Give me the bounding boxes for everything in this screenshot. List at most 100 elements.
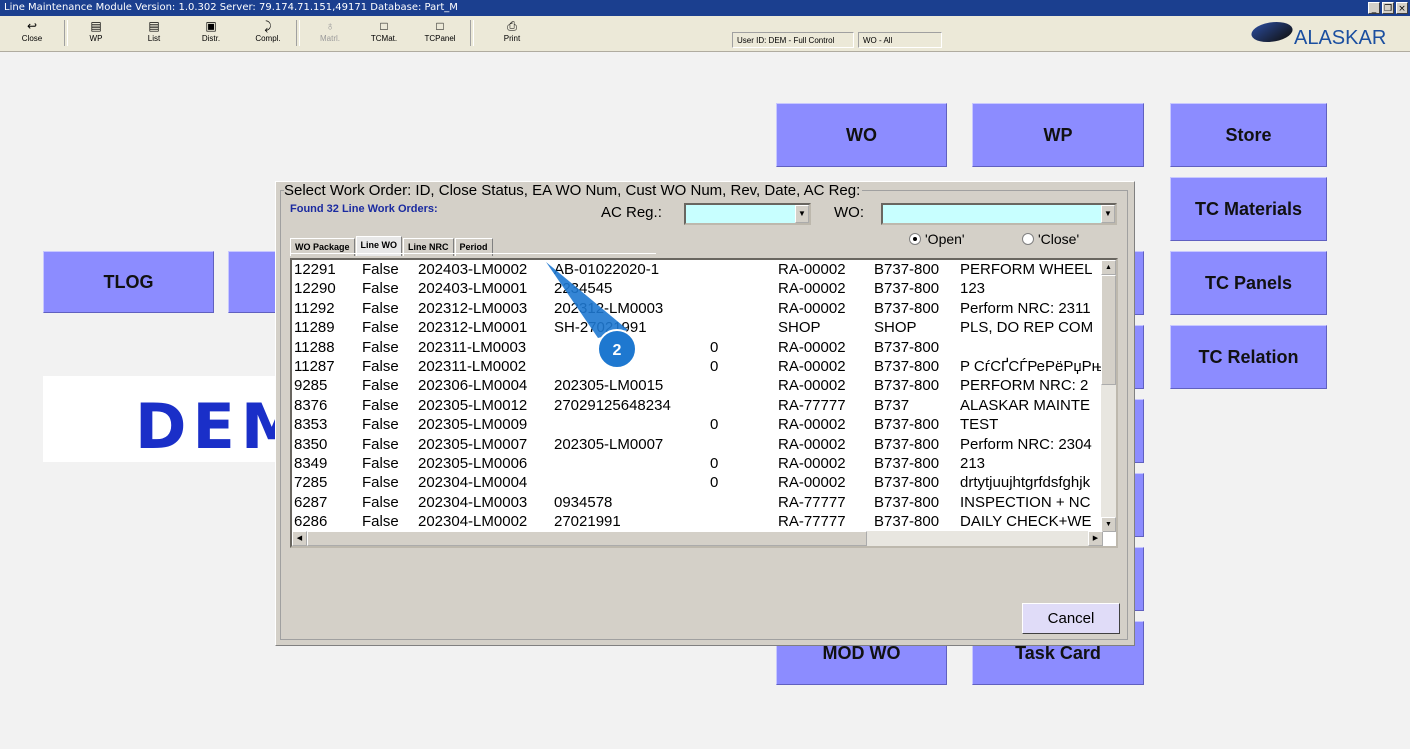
list-cell: 202304-LM0002 <box>418 513 528 531</box>
list-cell: RA-00002 <box>778 261 846 278</box>
list-item[interactable]: 7285 False 202304-LM0004 0 RA-00002 B737-800 d… <box>292 473 1116 492</box>
list-button[interactable]: ▤ List <box>134 19 174 49</box>
list-cell: False <box>362 396 399 414</box>
horizontal-scrollbar[interactable]: ◀ ▶ <box>292 531 1103 546</box>
list-cell: 202306-LM0004 <box>418 377 528 395</box>
tc-materials-button[interactable]: TC Materials <box>1170 177 1327 241</box>
toolbar-separator <box>296 20 300 46</box>
tc-relation-button[interactable]: TC Relation <box>1170 325 1327 389</box>
list-cell: B737 <box>874 396 910 414</box>
list-item[interactable]: 9285 False 202306-LM0004 202305-LM0015 RA-00… <box>292 376 1116 395</box>
hidden-right-button[interactable] <box>1134 325 1144 389</box>
list-cell: 2234545 <box>554 280 613 298</box>
work-order-list[interactable]: 12291 False 202403-LM0002 AB-01022020-1 RA-0… <box>290 258 1118 548</box>
tc-panels-button[interactable]: TC Panels <box>1170 251 1327 315</box>
complete-icon: ⤸ <box>264 19 272 33</box>
scroll-thumb[interactable] <box>307 531 867 546</box>
list-item[interactable]: 8350 False 202305-LM0007 202305-LM0007 RA-00… <box>292 435 1116 454</box>
hidden-right-button[interactable] <box>1134 399 1144 463</box>
list-cell: 9285 <box>294 377 328 395</box>
tlog-button[interactable]: TLOG <box>43 251 214 313</box>
list-cell: 202312-LM0003 <box>418 299 528 317</box>
scroll-up-icon[interactable]: ▲ <box>1101 260 1116 275</box>
wp-main-button[interactable]: WP <box>972 103 1144 167</box>
radio-open[interactable]: 'Open' <box>909 231 965 247</box>
list-item[interactable]: 11287 False 202311-LM0002 0 RA-00002 B737-800… <box>292 357 1116 376</box>
list-item[interactable]: 11289 False 202312-LM0001 SH-27021991 SHOP SH… <box>292 318 1116 337</box>
list-cell: 27029125648234 <box>554 396 671 414</box>
list-cell: PLS, DO REP COM <box>960 319 1094 337</box>
list-cell: 213 <box>960 454 986 472</box>
list-cell: RA-77777 <box>778 513 846 531</box>
compl-button[interactable]: ⤸ Compl. <box>248 19 288 49</box>
scroll-right-icon[interactable]: ▶ <box>1088 531 1103 546</box>
print-button[interactable]: ⎙ Print <box>492 19 532 49</box>
list-cell: False <box>362 454 399 472</box>
matrl-button[interactable]: ♁ Matrl. <box>310 19 350 49</box>
list-cell: 11289 <box>294 319 335 337</box>
radio-close[interactable]: 'Close' <box>1022 231 1079 247</box>
material-icon: ♁ <box>325 19 335 33</box>
select-work-order-dialog: Select Work Order: ID, Close Status, EA … <box>275 181 1135 646</box>
list-item[interactable]: 8353 False 202305-LM0009 0 RA-00002 B737-800 T… <box>292 415 1116 434</box>
list-cell: ALASKAR MAINTE <box>960 396 1091 414</box>
list-cell: RA-00002 <box>778 454 846 472</box>
hidden-right-button[interactable] <box>1134 547 1144 611</box>
list-cell: RA-77777 <box>778 396 846 414</box>
list-cell: 8349 <box>294 454 328 472</box>
ac-reg-combo[interactable]: ▼ <box>684 203 811 225</box>
list-item[interactable]: 11288 False 202311-LM0003 0 RA-00002 B737-800 <box>292 338 1116 357</box>
list-item[interactable]: 8349 False 202305-LM0006 0 RA-00002 B737-800 2… <box>292 454 1116 473</box>
close-window-button[interactable]: × <box>1396 2 1408 14</box>
tcmat-button[interactable]: □ TCMat. <box>364 19 404 49</box>
list-cell: 6286 <box>294 513 328 531</box>
scroll-left-icon[interactable]: ◀ <box>292 531 307 546</box>
list-cell: 202305-LM0007 <box>554 435 664 453</box>
toolbar-separator <box>64 20 68 46</box>
list-item[interactable]: 6286 False 202304-LM0002 27021991 RA-77777 B7… <box>292 512 1116 531</box>
list-item[interactable]: 12291 False 202403-LM0002 AB-01022020-1 RA-0… <box>292 260 1116 279</box>
list-cell: 123 <box>960 280 986 298</box>
door-icon: ↩ <box>26 19 38 33</box>
list-item[interactable]: 12290 False 202403-LM0001 2234545 RA-00002 B7… <box>292 279 1116 298</box>
distr-button[interactable]: ▣ Distr. <box>191 19 231 49</box>
list-cell: False <box>362 493 399 511</box>
store-button[interactable]: Store <box>1170 103 1327 167</box>
wp-button[interactable]: ▤ WP <box>76 19 116 49</box>
minimize-button[interactable]: _ <box>1368 2 1380 14</box>
list-cell: 11287 <box>294 357 335 375</box>
wo-button[interactable]: WO <box>776 103 947 167</box>
chevron-down-icon[interactable]: ▼ <box>795 205 809 223</box>
vertical-scrollbar[interactable]: ▲ ▼ <box>1101 260 1116 532</box>
list-item[interactable]: 6287 False 202304-LM0003 0934578 RA-77777 B73… <box>292 493 1116 512</box>
list-item[interactable]: 8376 False 202305-LM0012 27029125648234 RA-7… <box>292 396 1116 415</box>
list-cell: B737-800 <box>874 299 940 317</box>
list-cell: 12291 <box>294 261 336 278</box>
scroll-down-icon[interactable]: ▼ <box>1101 517 1116 532</box>
close-button[interactable]: ↩ Close <box>12 19 52 49</box>
toolbar: ↩ Close ▤ WP ▤ List ▣ Distr. ⤸ Compl. ♁ … <box>0 16 1410 52</box>
demo-banner: DEM <box>43 376 275 462</box>
list-cell: Perform NRC: 2311 <box>960 299 1091 317</box>
list-cell: 0 <box>710 474 719 492</box>
restore-button[interactable]: ❒ <box>1382 2 1394 14</box>
hidden-right-button[interactable] <box>1134 473 1144 537</box>
list-cell: SH-27021991 <box>554 319 647 337</box>
wo-combo[interactable]: ▼ <box>881 203 1117 225</box>
list-cell: False <box>362 299 399 317</box>
list-cell: B737-800 <box>874 261 940 278</box>
list-item[interactable]: 11292 False 202312-LM0003 202312-LM0003 RA-0… <box>292 299 1116 318</box>
list-icon: ▤ <box>148 19 160 33</box>
list-cell: 202311-LM0003 <box>418 338 527 356</box>
user-info: User ID: DEM - Full Control <box>732 32 854 48</box>
list-cell: False <box>362 474 399 492</box>
scroll-thumb[interactable] <box>1101 275 1116 385</box>
alaskar-logo: ALASKAR <box>1247 20 1408 50</box>
list-cell: RA-77777 <box>778 493 846 511</box>
logo-swoosh-icon <box>1247 22 1297 42</box>
hidden-right-button[interactable] <box>1134 251 1144 315</box>
cancel-button[interactable]: Cancel <box>1022 603 1120 634</box>
list-cell: False <box>362 280 399 298</box>
chevron-down-icon[interactable]: ▼ <box>1101 205 1115 223</box>
tcpanel-button[interactable]: □ TCPanel <box>420 19 460 49</box>
